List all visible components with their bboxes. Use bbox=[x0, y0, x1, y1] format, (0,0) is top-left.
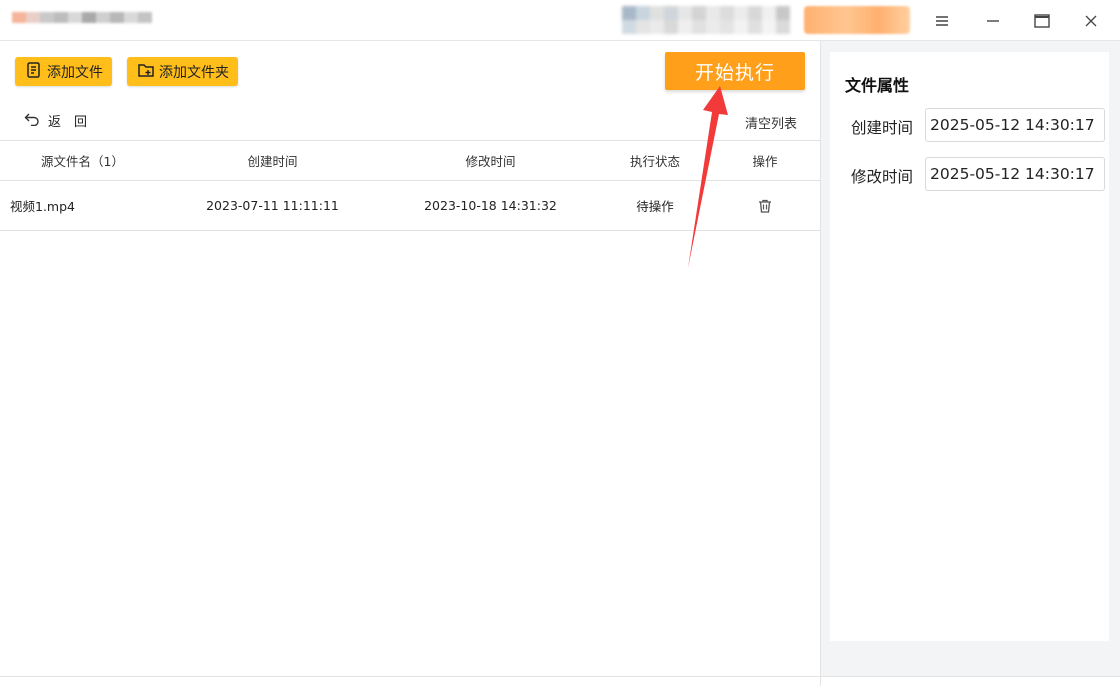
add-folder-label: 添加文件夹 bbox=[159, 64, 229, 81]
title-bar bbox=[0, 0, 1120, 41]
row-status: 待操作 bbox=[636, 199, 674, 214]
trash-icon[interactable] bbox=[730, 181, 800, 230]
row-created-time: 2023-07-11 11:11:11 bbox=[206, 198, 339, 213]
bottom-border bbox=[0, 676, 1120, 677]
clear-list-button[interactable]: 清空列表 bbox=[745, 113, 797, 132]
close-icon[interactable] bbox=[1078, 8, 1104, 34]
column-header-created[interactable]: 创建时间 bbox=[190, 141, 355, 180]
column-header-action: 操作 bbox=[752, 154, 778, 169]
table-row[interactable]: 视频1.mp4 2023-07-11 11:11:11 2023-10-18 1… bbox=[0, 181, 820, 231]
row-modified-time: 2023-10-18 14:31:32 bbox=[424, 198, 557, 213]
modified-time-label: 修改时间 bbox=[851, 168, 914, 186]
start-button[interactable]: 开始执行 bbox=[665, 52, 805, 90]
created-time-label: 创建时间 bbox=[851, 119, 914, 137]
column-header-modified[interactable]: 修改时间 bbox=[408, 141, 573, 180]
add-file-button[interactable]: 添加文件 bbox=[15, 57, 112, 86]
add-folder-button[interactable]: 添加文件夹 bbox=[127, 57, 238, 86]
minimize-icon[interactable] bbox=[980, 8, 1006, 34]
back-button[interactable]: 返 回 bbox=[24, 111, 87, 130]
modified-time-field[interactable]: 2025-05-12 14:30:17 bbox=[925, 157, 1105, 191]
back-label: 返 回 bbox=[48, 115, 88, 130]
add-folder-icon bbox=[137, 61, 155, 83]
add-file-label: 添加文件 bbox=[47, 64, 103, 81]
app-logo-blurred bbox=[12, 12, 152, 34]
back-arrow-icon bbox=[24, 112, 40, 130]
menu-icon[interactable] bbox=[929, 8, 955, 34]
file-table-header: 源文件名（1） 创建时间 修改时间 执行状态 操作 bbox=[0, 140, 820, 181]
column-header-filename[interactable]: 源文件名（1） bbox=[0, 141, 165, 180]
file-properties-title: 文件属性 bbox=[845, 76, 910, 95]
user-info-blurred bbox=[622, 6, 794, 34]
add-file-icon bbox=[25, 61, 43, 83]
vip-badge-blurred[interactable] bbox=[804, 6, 910, 34]
row-filename: 视频1.mp4 bbox=[10, 199, 75, 214]
created-time-field[interactable]: 2025-05-12 14:30:17 bbox=[925, 108, 1105, 142]
maximize-icon[interactable] bbox=[1029, 8, 1055, 34]
column-header-status[interactable]: 执行状态 bbox=[605, 141, 705, 180]
